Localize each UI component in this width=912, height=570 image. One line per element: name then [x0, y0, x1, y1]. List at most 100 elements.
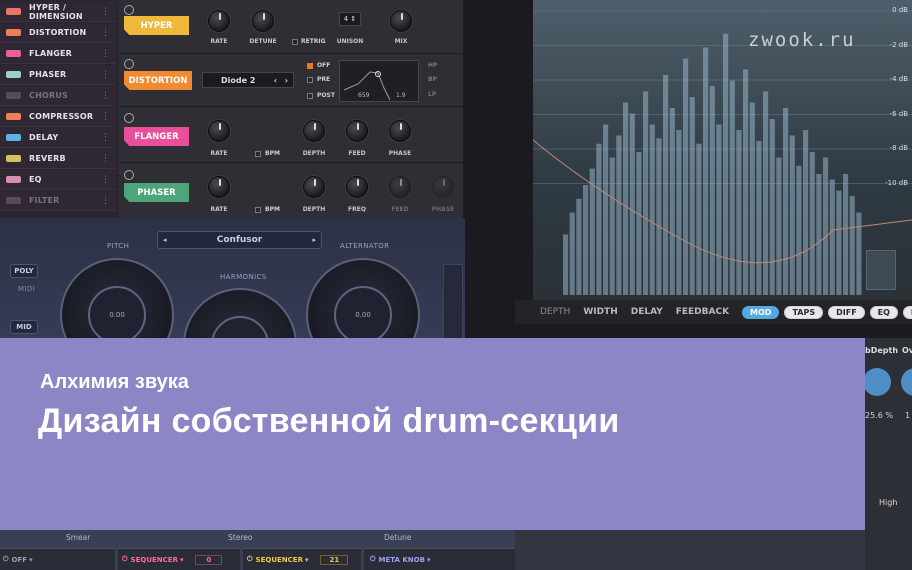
fx-list-item[interactable]: PHASER ⋮ — [0, 65, 116, 85]
flanger-depth-knob[interactable] — [303, 120, 325, 142]
hyper-detune-label: DETUNE — [249, 38, 277, 45]
fx-list-item[interactable]: EQ ⋮ — [0, 170, 116, 190]
fx-enable-toggle[interactable] — [6, 71, 21, 78]
fx-list-item[interactable]: HYPER / DIMENSION ⋮ — [0, 2, 116, 22]
phaser-phase-knob[interactable] — [432, 176, 454, 198]
distortion-off-radio[interactable] — [307, 63, 313, 69]
tab-eq[interactable]: EQ — [869, 305, 898, 319]
phaser-feed-knob[interactable] — [389, 176, 411, 198]
filter-lp-label[interactable]: LP — [428, 91, 436, 98]
drag-handle-icon[interactable]: ⋮ — [101, 175, 110, 185]
tab-feedback[interactable]: FEEDBACK — [676, 307, 729, 317]
fx-enable-toggle[interactable] — [6, 134, 21, 141]
off-mod-slot[interactable]: ⏻ OFF ▾ — [0, 548, 115, 570]
flanger-feed-knob[interactable] — [346, 120, 368, 142]
tab-width[interactable]: WIDTH — [583, 307, 617, 317]
flanger-rate-knob[interactable] — [208, 120, 230, 142]
spectrum-bar — [803, 130, 809, 295]
drag-handle-icon[interactable]: ⋮ — [101, 196, 110, 206]
flanger-phase-label: PHASE — [388, 150, 412, 157]
poly-button[interactable]: POLY — [10, 264, 38, 278]
drag-handle-icon[interactable]: ⋮ — [101, 133, 110, 143]
spectrum-bar — [629, 113, 635, 295]
distortion-mode-select[interactable]: Diode 2 ‹ › — [202, 72, 294, 88]
phaser-power-button[interactable] — [124, 170, 134, 180]
fx-list-item[interactable]: REVERB ⋮ — [0, 149, 116, 169]
watermark-text: zwook.ru — [748, 29, 856, 51]
tab-delay[interactable]: DELAY — [631, 307, 663, 317]
drag-handle-icon[interactable]: ⋮ — [101, 91, 110, 101]
hyper-retrig-checkbox[interactable] — [292, 39, 298, 45]
fx-enable-toggle[interactable] — [6, 197, 21, 204]
spectrum-bar — [736, 130, 742, 295]
sequencer-1-value[interactable]: 0 — [195, 554, 223, 565]
tab-diff[interactable]: DIFF — [828, 305, 865, 319]
analyzer-controls[interactable] — [866, 250, 896, 290]
drag-handle-icon[interactable]: ⋮ — [101, 70, 110, 80]
overdrive-knob[interactable] — [901, 368, 912, 396]
filter-hp-label[interactable]: HP — [428, 62, 437, 69]
fx-list-item[interactable]: FLANGER ⋮ — [0, 44, 116, 64]
sequencer-slot-1[interactable]: ⏻ SEQUENCER ▾ 0 — [118, 548, 240, 570]
chevron-left-icon[interactable]: ‹ — [274, 76, 277, 85]
fx-enable-toggle[interactable] — [6, 50, 21, 57]
fx-enable-toggle[interactable] — [6, 113, 21, 120]
meta-knob-slot[interactable]: ⏻ META KNOB ▾ — [364, 548, 515, 570]
fx-list-item[interactable]: DELAY ⋮ — [0, 128, 116, 148]
chevron-right-icon[interactable]: ▸ — [312, 236, 316, 244]
fx-list-item[interactable]: COMPRESSOR ⋮ — [0, 107, 116, 127]
chevron-left-icon[interactable]: ◂ — [163, 236, 167, 244]
phaser-freq-knob[interactable] — [346, 176, 368, 198]
flanger-power-button[interactable] — [124, 113, 134, 123]
overdrive-label: Ov — [902, 346, 912, 355]
fx-enable-toggle[interactable] — [6, 8, 21, 15]
subdepth-knob[interactable] — [863, 368, 891, 396]
drag-handle-icon[interactable]: ⋮ — [101, 28, 110, 38]
hyper-unison-value[interactable]: 4 ⇕ — [339, 12, 361, 26]
detune-label: Detune — [384, 533, 412, 542]
fx-enable-toggle[interactable] — [6, 155, 21, 162]
flanger-phase-knob[interactable] — [389, 120, 411, 142]
hyper-power-button[interactable] — [124, 5, 134, 15]
filter-bp-label[interactable]: BP — [428, 76, 437, 83]
drag-handle-icon[interactable]: ⋮ — [101, 154, 110, 164]
distortion-post-radio[interactable] — [307, 93, 313, 99]
drag-handle-icon[interactable]: ⋮ — [101, 112, 110, 122]
phaser-phase-label: PHASE — [431, 206, 455, 213]
db-scale-label: -4 dB — [889, 75, 908, 83]
tab-mod[interactable]: MOD — [742, 305, 780, 319]
drag-handle-icon[interactable]: ⋮ — [101, 49, 110, 59]
spectrum-bar — [656, 138, 662, 295]
distortion-power-button[interactable] — [124, 59, 134, 69]
tab-drive[interactable]: DRIVE — [902, 305, 912, 319]
hyper-rate-knob[interactable] — [208, 10, 230, 32]
fx-modules-panel: HYPER RATE DETUNE RETRIG 4 ⇕ UNISON MIX … — [118, 0, 463, 220]
hyper-mix-knob[interactable] — [390, 10, 412, 32]
fx-enable-toggle[interactable] — [6, 92, 21, 99]
fx-enable-toggle[interactable] — [6, 29, 21, 36]
phaser-bpm-checkbox[interactable] — [255, 207, 261, 213]
mid-button[interactable]: MID — [10, 320, 38, 334]
fx-enable-toggle[interactable] — [6, 176, 21, 183]
phaser-rate-knob[interactable] — [208, 176, 230, 198]
chevron-right-icon[interactable]: › — [285, 76, 288, 85]
hyper-detune-knob[interactable] — [252, 10, 274, 32]
phaser-depth-knob[interactable] — [303, 176, 325, 198]
flanger-bpm-checkbox[interactable] — [255, 151, 261, 157]
sequencer-2-value[interactable]: 21 — [320, 554, 349, 565]
spectrum-bar — [763, 91, 769, 295]
tab-depth[interactable]: DEPTH — [540, 307, 570, 317]
distortion-filter-display[interactable]: 659 1.9 — [339, 60, 419, 102]
spectrum-bar — [756, 141, 762, 295]
tab-taps[interactable]: TAPS — [784, 305, 824, 319]
sequencer-slot-2[interactable]: ⏻ SEQUENCER ▾ 21 — [243, 548, 361, 570]
distortion-pre-radio[interactable] — [307, 77, 313, 83]
hyper-unison-label: UNISON — [336, 38, 364, 45]
drag-handle-icon[interactable]: ⋮ — [101, 7, 110, 17]
fx-list-item[interactable]: FILTER ⋮ — [0, 191, 116, 211]
fx-list-item[interactable]: DISTORTION ⋮ — [0, 23, 116, 43]
harmonics-label: HARMONICS — [220, 273, 267, 281]
spectrum-bar — [769, 119, 775, 295]
preset-selector[interactable]: ◂ Confusor ▸ — [157, 231, 322, 249]
fx-list-item[interactable]: CHORUS ⋮ — [0, 86, 116, 106]
